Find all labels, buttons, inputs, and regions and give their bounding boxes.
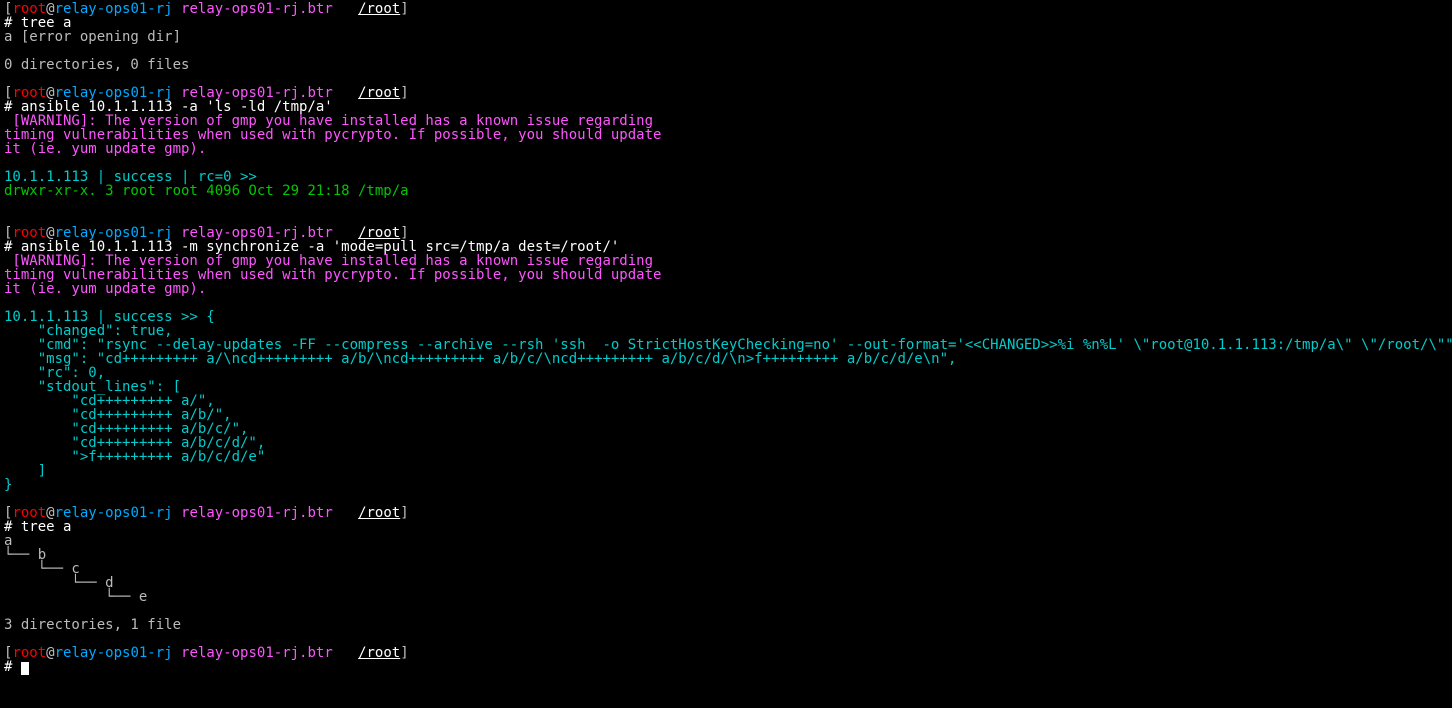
- prompt-host: relay-ops01-rj: [55, 1, 173, 17]
- output-1: a [error opening dir] 0 directories, 0 f…: [4, 29, 189, 73]
- cursor-icon: [21, 662, 29, 675]
- cmd-line-4: # tree a: [4, 519, 71, 535]
- prompt-fqdn: relay-ops01-rj.btr: [181, 1, 333, 17]
- cmd-line-5[interactable]: #: [4, 659, 29, 675]
- prompt-cwd: /root: [358, 1, 400, 17]
- output-3-json: 10.1.1.113 | success >> { "changed": tru…: [4, 309, 1452, 493]
- output-4: a └── b └── c └── d └── e 3 directories,…: [4, 533, 181, 633]
- warning-2: [WARNING]: The version of gmp you have i…: [4, 113, 661, 157]
- prompt-rbracket: ]: [400, 1, 408, 17]
- terminal[interactable]: [root@relay-ops01-rj relay-ops01-rj.btr …: [0, 0, 1452, 677]
- warning-3: [WARNING]: The version of gmp you have i…: [4, 253, 661, 297]
- output-2-result: drwxr-xr-x. 3 root root 4096 Oct 29 21:1…: [4, 183, 409, 199]
